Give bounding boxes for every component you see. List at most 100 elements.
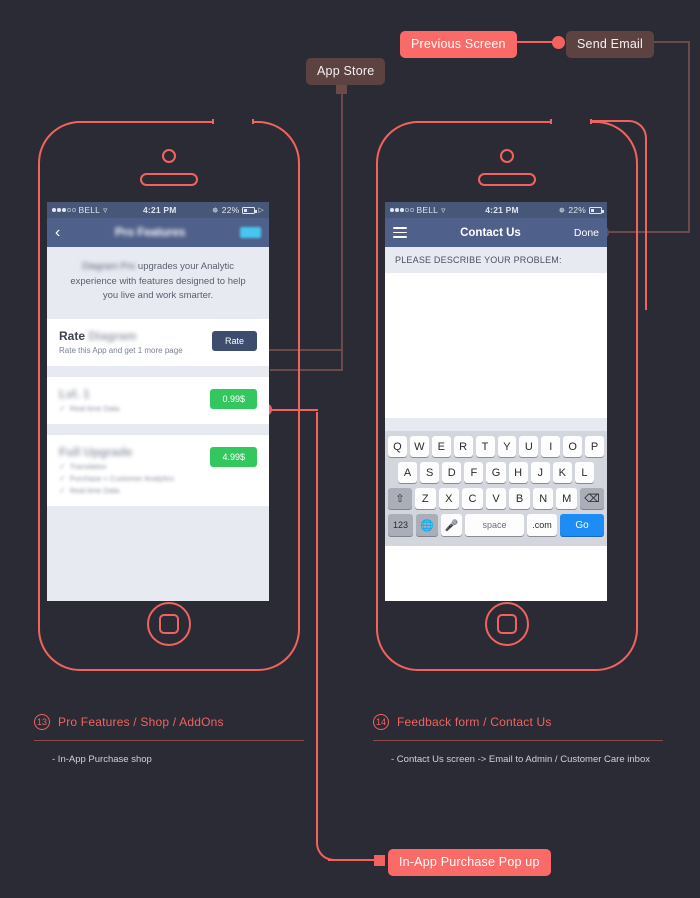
carrier-label: BELL [416,205,439,215]
key-u[interactable]: U [519,436,539,457]
nav-bar-right: Contact Us Done [385,218,607,247]
key-y[interactable]: Y [497,436,517,457]
key-i[interactable]: I [541,436,561,457]
key-e[interactable]: E [431,436,451,457]
annotation-14: 14 Feedback form / Contact Us - Contact … [373,714,663,765]
intro-lead: Diagram Pro [81,261,136,272]
numeric-key[interactable]: 123 [388,514,413,536]
key-h[interactable]: H [508,462,528,483]
on-screen-keyboard: Q W E R T Y U I O P A S D F G H J K L ⇧ … [385,431,607,546]
annotation-body: - In-App Purchase shop [52,754,152,765]
callout-in-app-purchase[interactable]: In-App Purchase Pop up [388,849,551,876]
connector-iap-corner [316,841,336,861]
home-square-icon [497,614,517,634]
callout-previous-screen[interactable]: Previous Screen [400,31,517,58]
key-x[interactable]: X [438,488,460,509]
key-t[interactable]: T [475,436,495,457]
row-content: Rate Diagram Rate this App and get 1 mor… [59,329,206,355]
connector-send-email-vertical [688,41,690,233]
signal-dots-icon [52,208,76,212]
annotation-13: 13 Pro Features / Shop / AddOns - In-App… [34,714,304,765]
key-b[interactable]: B [509,488,530,509]
feature-item: ✓ Purchase + Customer Analytics [59,474,204,483]
done-button[interactable]: Done [574,227,599,239]
key-j[interactable]: J [530,462,550,483]
backspace-key-icon[interactable]: ⌫ [580,488,605,509]
key-o[interactable]: O [563,436,583,457]
key-n[interactable]: N [532,488,554,509]
speaker-slot [478,173,536,186]
screen-filler [47,506,269,601]
callout-app-store[interactable]: App Store [306,58,386,85]
price-button[interactable]: 4.99$ [210,447,257,468]
status-time: 4:21 PM [485,205,519,215]
feature-item: ✓ Real time Data [59,404,204,413]
key-p[interactable]: P [585,436,605,457]
key-w[interactable]: W [409,436,429,457]
globe-icon[interactable]: 🌐 [416,514,438,536]
phone-left: BELL ▿ 4:21 PM ✵ 22% ▷ ‹ Pro Features Di… [38,119,300,671]
list-item[interactable]: Lvl. 1 ✓ Real time Data 0.99$ [47,377,269,425]
key-a[interactable]: A [398,462,418,483]
home-square-icon [159,614,179,634]
annotation-divider [373,740,663,741]
dotcom-key[interactable]: .com [527,514,557,536]
list-item[interactable]: Rate Diagram Rate this App and get 1 mor… [47,319,269,367]
problem-description-input[interactable] [385,273,607,418]
annotation-body: - Contact Us screen -> Email to Admin / … [391,754,650,765]
price-button[interactable]: 0.99$ [210,389,257,410]
battery-percent: 22% [568,205,586,215]
location-arrow-icon: ▷ [258,207,264,214]
annotation-title: Feedback form / Contact Us [397,715,552,729]
battery-icon [589,206,604,214]
phone-notch-cut-left [212,119,254,124]
annotation-title: Pro Features / Shop / AddOns [58,715,224,729]
go-key[interactable]: Go [560,514,604,536]
keyboard-row-4: 123 🌐 🎤 space .com Go [388,514,604,536]
connector-app-store-vertical [341,93,343,371]
row-title-plain: Rate [59,329,89,344]
shift-key-icon[interactable]: ⇧ [387,488,412,509]
key-f[interactable]: F [464,462,484,483]
key-r[interactable]: R [453,436,473,457]
row-title: Lvl. 1 [59,387,204,401]
rate-button[interactable]: Rate [211,331,257,352]
home-button-left[interactable] [147,602,191,646]
row-title-blurred: Diagram [88,329,137,344]
key-q[interactable]: Q [387,436,407,457]
annotation-header: 14 Feedback form / Contact Us [373,714,663,730]
status-signal-group: BELL ▿ [52,205,108,216]
menu-icon[interactable] [393,227,407,238]
keyboard-row-3: ⇧ Z X C V B N M ⌫ [387,488,605,509]
key-m[interactable]: M [556,488,578,509]
connector-endpoint-send-email [552,36,565,49]
key-l[interactable]: L [574,462,594,483]
connector-right-phone-vertical [645,150,647,310]
wireframe-canvas: App Store Previous Screen Send Email In-… [0,0,700,898]
status-time: 4:21 PM [142,205,177,215]
key-g[interactable]: G [486,462,506,483]
list-item[interactable]: Full Upgrade ✓ Translation ✓ Purchase + Cu… [47,435,269,507]
carrier-label: BELL [78,205,101,215]
key-z[interactable]: Z [414,488,436,509]
battery-icon [242,206,257,214]
microphone-icon[interactable]: 🎤 [441,514,462,536]
annotation-number: 14 [373,714,389,730]
row-title: Full Upgrade [59,445,204,459]
field-label: PLEASE DESCRIBE YOUR PROBLEM: [385,247,607,273]
key-c[interactable]: C [462,488,483,509]
callout-send-email[interactable]: Send Email [566,31,654,58]
annotation-header: 13 Pro Features / Shop / AddOns [34,714,304,730]
key-k[interactable]: K [552,462,572,483]
key-s[interactable]: S [420,462,440,483]
screen-left: BELL ▿ 4:21 PM ✵ 22% ▷ ‹ Pro Features Di… [47,202,269,601]
feature-label: Real time Data [69,404,120,414]
battery-percent: 22% [221,205,240,215]
row-title: Rate Diagram [59,329,206,343]
feature-item: ✓ Real time Data [59,486,204,495]
home-button-right[interactable] [485,602,529,646]
key-v[interactable]: V [485,488,507,509]
intro-block: Diagram Pro upgrades your Analytic exper… [47,247,269,320]
space-key[interactable]: space [465,514,524,536]
key-d[interactable]: D [442,462,462,483]
